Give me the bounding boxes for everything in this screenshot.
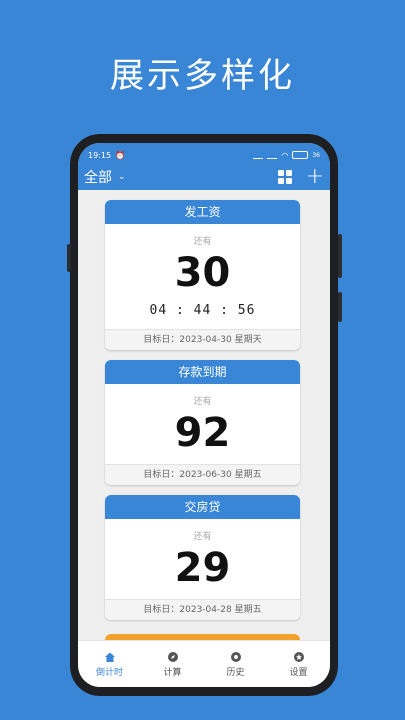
grid-view-icon[interactable]	[277, 170, 292, 184]
tab-calculate[interactable]: 计算	[141, 641, 204, 687]
tab-label: 设置	[289, 668, 308, 678]
app-bar: 19:15 ⏰ ◠ 36 全部 ⌄ +	[78, 143, 330, 190]
chevron-down-icon: ⌄	[118, 172, 126, 182]
target-date: 目标日：2023-06-30 星期五	[105, 464, 300, 485]
remain-label: 还有	[193, 397, 212, 407]
countdown-card[interactable]: 存款到期 还有 92 目标日：2023-06-30 星期五	[105, 360, 300, 485]
side-button	[67, 244, 71, 272]
tab-label: 计算	[163, 668, 182, 678]
card-title: 发工资	[105, 200, 300, 224]
power-button	[338, 292, 342, 322]
countdown-card[interactable]: 交房贷 还有 29 目标日：2023-04-28 星期五	[105, 495, 300, 620]
bottom-tab-bar: 倒计时 计算 历史 设置	[78, 640, 330, 687]
tab-label: 历史	[226, 668, 245, 678]
tab-countdown[interactable]: 倒计时	[78, 641, 141, 687]
remain-label: 还有	[193, 532, 212, 542]
toolbar: 全部 ⌄ +	[84, 166, 324, 188]
days-count: 29	[174, 545, 231, 591]
phone-frame: 19:15 ⏰ ◠ 36 全部 ⌄ + 发工资 还有 30 04: 44: …	[67, 134, 342, 696]
tab-label: 倒计时	[95, 668, 123, 678]
volume-button	[338, 234, 342, 278]
target-date: 目标日：2023-04-30 星期天	[105, 329, 300, 350]
wifi-icon: ◠	[281, 150, 289, 160]
remain-label: 还有	[193, 237, 212, 247]
signal-icon-2	[267, 152, 278, 159]
card-title: 交房贷	[105, 495, 300, 519]
app-screen: 19:15 ⏰ ◠ 36 全部 ⌄ + 发工资 还有 30 04: 44: …	[78, 143, 330, 687]
status-time: 19:15	[88, 150, 112, 160]
alarm-icon: ⏰	[115, 150, 126, 160]
battery-icon	[292, 151, 309, 159]
signal-icon	[253, 152, 264, 159]
compass-icon	[167, 652, 178, 662]
status-bar: 19:15 ⏰ ◠ 36	[88, 148, 320, 162]
filter-dropdown[interactable]: 全部 ⌄	[84, 167, 126, 187]
countdown-card[interactable]: 发工资 还有 30 04 : 44 : 56 目标日：2023-04-30 星期…	[105, 200, 300, 350]
headline: 展示多样化	[110, 56, 295, 96]
battery-level: 36	[312, 151, 320, 159]
days-count: 30	[174, 250, 231, 296]
tab-settings[interactable]: 设置	[267, 641, 330, 687]
target-date: 目标日：2023-04-28 星期五	[105, 599, 300, 620]
home-icon	[104, 652, 115, 662]
add-icon[interactable]: +	[306, 166, 324, 188]
filter-label: 全部	[84, 170, 112, 186]
time-remaining: 04 : 44 : 56	[149, 303, 256, 318]
card-title: 存款到期	[105, 360, 300, 384]
star-settings-icon	[293, 652, 304, 662]
shutter-icon	[230, 652, 241, 662]
days-count: 92	[174, 410, 231, 456]
countdown-list: 发工资 还有 30 04 : 44 : 56 目标日：2023-04-30 星期…	[78, 190, 330, 640]
tab-history[interactable]: 历史	[204, 641, 267, 687]
